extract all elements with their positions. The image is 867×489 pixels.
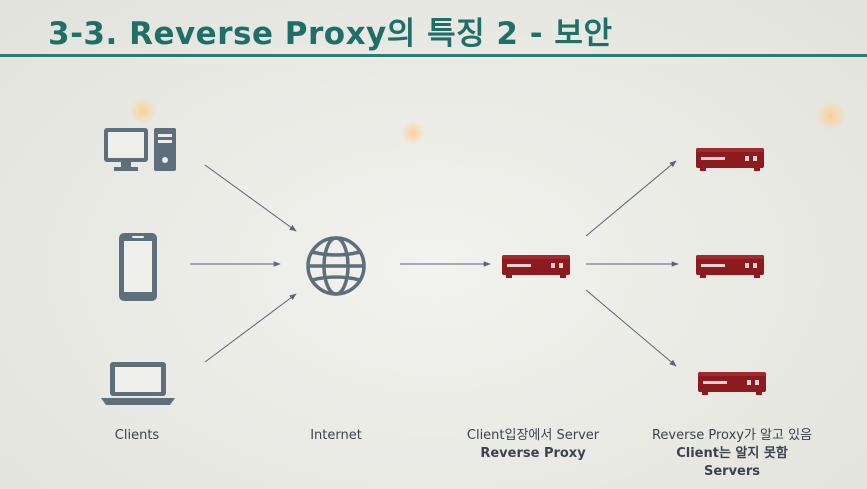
server-icon (698, 372, 766, 395)
server-icon (696, 255, 764, 278)
clients-label: Clients (114, 428, 160, 443)
globe-icon (306, 236, 366, 296)
server-icon (696, 148, 764, 171)
servers-label-line3: Servers (703, 464, 761, 479)
desktop-icon (104, 128, 176, 171)
arrow (204, 293, 297, 363)
servers-label-line1: Reverse Proxy가 알고 있음 (651, 428, 813, 443)
servers-label: Reverse Proxy가 알고 있음 Client는 알지 못함 Serve… (652, 427, 812, 481)
laptop-icon (101, 362, 175, 405)
proxy-label-line1: Client입장에서 Server (466, 428, 600, 443)
servers-label-line2: Client는 알지 못함 (676, 446, 788, 461)
network-diagram (101, 128, 766, 405)
proxy-label: Client입장에서 Server Reverse Proxy (467, 427, 599, 463)
arrow (585, 160, 677, 237)
arrow (585, 289, 677, 367)
proxy-label-line2: Reverse Proxy (480, 446, 586, 461)
internet-label: Internet (310, 428, 362, 443)
phone-icon (119, 233, 157, 301)
arrow (204, 164, 297, 232)
proxy-server-icon (502, 255, 570, 278)
